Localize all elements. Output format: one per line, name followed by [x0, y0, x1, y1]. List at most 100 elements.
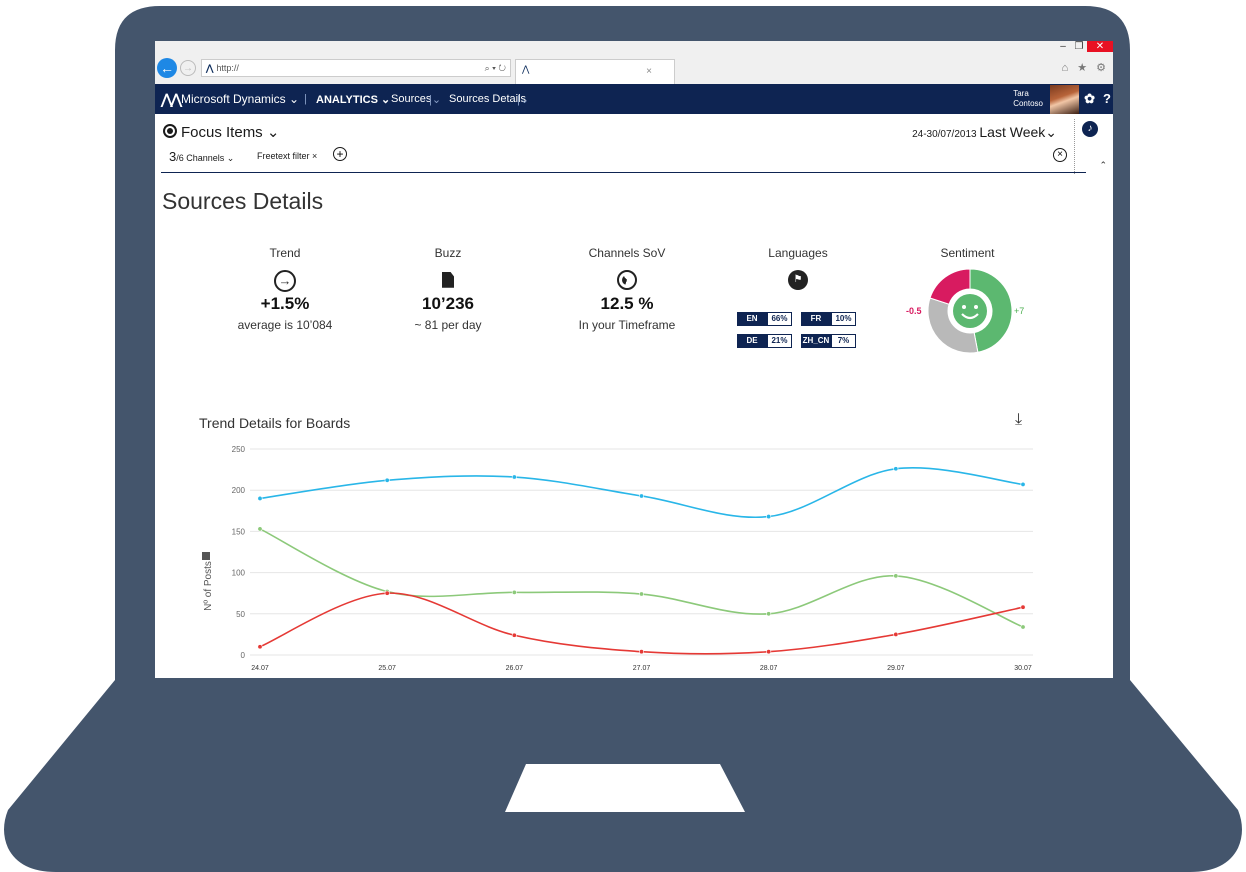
tab-close-icon[interactable]: ×: [646, 66, 652, 77]
freetext-filter[interactable]: Freetext filter ×: [257, 151, 317, 161]
back-arrow-icon[interactable]: ←: [157, 58, 177, 78]
nav-separator: |⌄: [517, 94, 530, 106]
sentiment-negative-value: -0.5: [906, 306, 922, 316]
x-tick-label: 27.07: [633, 665, 651, 672]
x-tick-label: 28.07: [760, 665, 778, 672]
y-axis-label: Nº of Posts: [203, 561, 214, 611]
date-range-selector[interactable]: 24-30/07/2013 Last Week⌄: [912, 124, 1057, 141]
kpi-label: Sentiment: [940, 246, 995, 260]
x-tick-label: 24.07: [251, 665, 269, 672]
flags-icon: ⚑: [788, 269, 808, 290]
browser-tab[interactable]: ⋀ ×: [515, 59, 675, 84]
chart-title: Trend Details for Boards: [199, 415, 351, 431]
kpi-label: Languages: [768, 246, 828, 260]
data-point: [893, 466, 899, 472]
nav-separator: |: [304, 93, 307, 105]
data-point: [257, 526, 263, 532]
sources-details-link[interactable]: Sources Details: [449, 93, 526, 105]
data-point: [638, 649, 644, 655]
series-line-1: [259, 528, 1024, 628]
forward-arrow-icon[interactable]: →: [180, 60, 196, 76]
bell-icon[interactable]: ♪: [1082, 121, 1098, 137]
help-icon[interactable]: ?: [1103, 91, 1111, 106]
user-name: Tara: [1013, 89, 1029, 98]
y-tick-label: 200: [232, 486, 246, 495]
tab-logo-icon: ⋀: [522, 64, 530, 74]
address-bar[interactable]: ⋀ http:// ⌕ ▾ ↻: [201, 59, 511, 77]
kpi-trend: Trend → +1.5% average is 10’084: [210, 246, 360, 332]
address-text: http://: [216, 63, 239, 73]
data-point: [893, 631, 899, 637]
download-icon[interactable]: ⤓: [1015, 411, 1022, 429]
x-tick-label: 26.07: [506, 665, 524, 672]
collapse-chevron-icon[interactable]: ⌃: [1099, 160, 1107, 171]
dynamics-logo-icon: ⋀⋀: [161, 91, 182, 107]
add-filter-icon[interactable]: +: [333, 147, 347, 161]
kpi-value: 12.5 %: [600, 294, 654, 313]
sources-link[interactable]: Sources: [391, 93, 431, 105]
screen: ← → ⋀ http:// ⌕ ▾ ↻ ⋀ × – ❐ ✕ ⌂ ★ ⚙ ⋀⋀ Micr…: [155, 41, 1113, 678]
page-title: Sources Details: [162, 188, 324, 214]
dynamics-logo-icon: ⋀: [206, 63, 214, 73]
data-point: [384, 590, 390, 596]
data-point: [766, 514, 772, 520]
data-point: [1020, 604, 1026, 610]
kpi-sentiment: Sentiment: [895, 246, 1040, 260]
kpi-buzz: Buzz 10’236 ~ 81 per day: [373, 246, 523, 332]
data-point: [1020, 624, 1026, 630]
data-point: [766, 649, 772, 655]
clear-filters-icon[interactable]: ×: [1053, 148, 1067, 162]
kpi-label: Buzz: [434, 246, 462, 260]
data-point: [766, 611, 772, 617]
channels-filter[interactable]: 3/6 Channels ⌄: [169, 149, 234, 164]
window-controls: – ❐ ✕: [1055, 41, 1113, 57]
user-info[interactable]: Tara Contoso: [1013, 89, 1043, 109]
data-point: [638, 591, 644, 597]
data-point: [384, 477, 390, 483]
app-navbar: ⋀⋀ Microsoft Dynamics ⌄ | ANALYTICS ⌄ So…: [155, 84, 1113, 114]
focus-bar: Focus Items ⌄ 3/6 Channels ⌄ Freetext fi…: [155, 114, 1113, 174]
radio-icon: [163, 124, 177, 138]
series-line-0: [259, 467, 1024, 519]
sentiment-positive-value: +7: [1014, 306, 1025, 316]
browser-toolbar-icons[interactable]: ⌂ ★ ⚙: [1062, 61, 1109, 74]
kpi-subtext: In your Timeframe: [578, 318, 676, 332]
trackpad: [505, 764, 745, 812]
address-controls[interactable]: ⌕ ▾ ↻: [485, 60, 506, 76]
kpi-value: +1.5%: [260, 294, 310, 313]
divider: [1074, 119, 1075, 174]
analytics-menu[interactable]: ANALYTICS ⌄: [316, 93, 390, 106]
arrow-right-icon: →: [274, 270, 296, 292]
pie-chart-icon: [617, 269, 637, 290]
y-tick-label: 50: [236, 610, 245, 619]
trend-line-chart: 0 50 100 150 200 250 24.07 25.07 26.07 27.07 28.0…: [202, 445, 1033, 672]
kpi-channels-sov: Channels SoV 12.5 % In your Timeframe: [552, 246, 702, 332]
kpi-label: Channels SoV: [588, 246, 666, 260]
y-tick-label: 250: [232, 445, 246, 454]
x-tick-label: 25.07: [378, 665, 396, 672]
focus-items-menu[interactable]: Focus Items ⌄: [163, 123, 279, 141]
kpi-subtext: average is 10’084: [237, 318, 333, 332]
y-tick-label: 0: [241, 651, 246, 660]
y-tick-label: 150: [232, 527, 246, 536]
divider: [161, 172, 1086, 173]
series-line-2: [259, 592, 1024, 655]
gear-icon[interactable]: ✿: [1084, 91, 1095, 107]
close-window-button[interactable]: ✕: [1087, 41, 1113, 52]
avatar[interactable]: [1050, 85, 1079, 114]
posts-icon: [202, 552, 210, 560]
kpi-subtext: ~ 81 per day: [414, 318, 482, 332]
data-point: [1020, 481, 1026, 487]
data-point: [893, 573, 899, 579]
x-tick-label: 30.07: [1014, 665, 1032, 672]
document-icon: [442, 271, 454, 288]
data-point: [511, 632, 517, 638]
minimize-button[interactable]: –: [1055, 41, 1071, 52]
smiley-face-icon: [953, 294, 987, 328]
restore-button[interactable]: ❐: [1071, 41, 1087, 52]
data-point: [257, 644, 263, 650]
brand-menu[interactable]: Microsoft Dynamics ⌄: [181, 92, 299, 106]
user-org: Contoso: [1013, 99, 1043, 108]
data-point: [511, 474, 517, 480]
browser-chrome: ← → ⋀ http:// ⌕ ▾ ↻ ⋀ × – ❐ ✕ ⌂ ★ ⚙: [155, 41, 1113, 84]
